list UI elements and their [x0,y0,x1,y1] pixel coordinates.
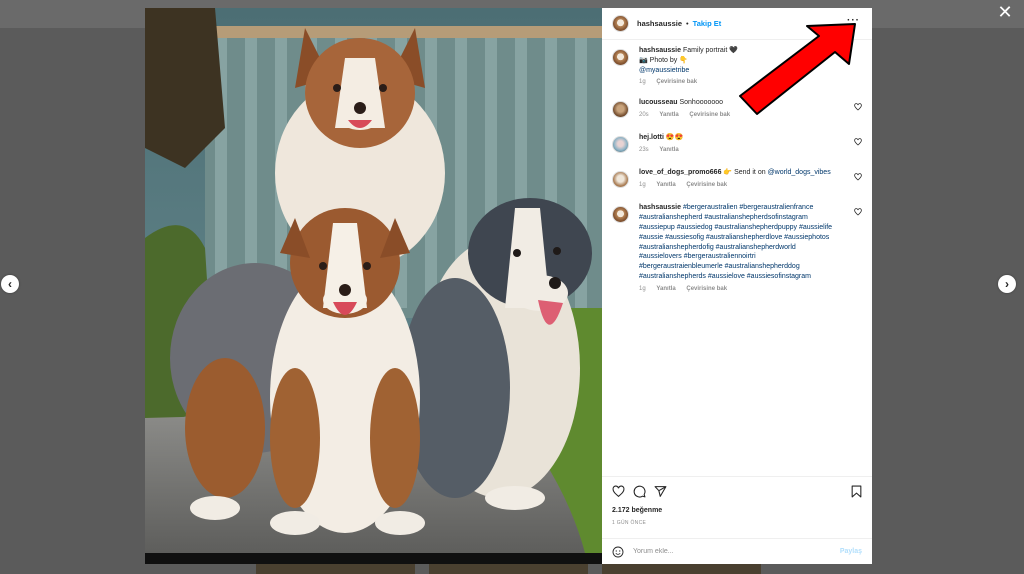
background-thumbnail [429,564,588,574]
comment-input[interactable] [633,548,840,555]
avatar[interactable] [612,15,629,32]
comment-username[interactable]: hej.lotti [639,134,664,141]
caption-username[interactable]: hashsaussie [639,47,681,54]
translate-link[interactable]: Çevirisine bak [656,79,697,85]
caption-body: hashsaussie Family portrait 🖤 📷 Photo by… [639,46,839,85]
translate-link[interactable]: Çevirisine bak [686,286,727,292]
emoji-icon[interactable] [612,546,624,558]
action-row [612,485,667,498]
background-thumbnail [602,564,761,574]
caption-line1: Family portrait 🖤 [682,47,738,54]
comment-meta: 1g Yanıtla Çevirisine bak [639,286,839,292]
background-thumbnails [256,564,761,574]
post-date[interactable]: 1 GÜN ÖNCE [612,520,646,526]
comment-item: love_of_dogs_promo666 👉 Send it on @worl… [602,168,872,189]
comment-time[interactable]: 20s [639,112,649,118]
comment-body: love_of_dogs_promo666 👉 Send it on @worl… [639,168,839,188]
dogs-photo-illustration [145,8,602,564]
post-photo[interactable] [145,8,602,564]
share-icon[interactable] [654,485,667,498]
comment-content: 👉 Send it on [723,169,768,177]
translate-link[interactable]: Çevirisine bak [689,112,730,118]
reply-link[interactable]: Yanıtla [656,182,675,188]
more-options-icon[interactable]: ··· [847,16,860,26]
comment-time[interactable]: 1g [639,286,646,292]
caption-time[interactable]: 1g [639,79,646,85]
follow-button[interactable]: Takip Et [693,19,722,28]
chevron-left-icon[interactable]: ‹ [1,275,19,293]
reply-link[interactable]: Yanıtla [656,286,675,292]
comment-icon[interactable] [633,485,646,498]
comment-meta: 1g Yanıtla Çevirisine bak [639,182,839,188]
comment-mention[interactable]: @world_dogs_vibes [768,169,831,176]
comment-time[interactable]: 23s [639,147,649,153]
bookmark-icon[interactable] [850,485,863,498]
close-icon[interactable]: ✕ [996,3,1014,21]
comment-text: hej.lotti 😍😍 [639,133,839,143]
avatar[interactable] [612,206,629,224]
comment-body: lucousseau Sonhooooooo 20s Yanıtla Çevir… [639,98,839,118]
comment-content: 😍😍 [665,134,684,142]
avatar[interactable] [612,101,629,119]
heart-icon[interactable] [854,103,862,111]
reply-link[interactable]: Yanıtla [659,147,678,153]
caption-mention[interactable]: @myaussietribe [639,67,689,74]
translate-link[interactable]: Çevirisine bak [686,182,727,188]
header-username[interactable]: hashsaussie [637,19,682,28]
chevron-right-icon[interactable]: › [998,275,1016,293]
likes-count[interactable]: 2.172 beğenme [612,507,662,514]
separator-dot: • [686,19,689,28]
comment-text: hashsaussie #bergeraustralien #bergeraus… [639,203,839,281]
comment-time[interactable]: 1g [639,182,646,188]
post-comment-button[interactable]: Paylaş [840,548,862,555]
post-actions: 2.172 beğenme 1 GÜN ÖNCE [602,476,872,538]
comment-item: hashsaussie #bergeraustralien #bergeraus… [602,203,872,292]
comment-item: hej.lotti 😍😍 23s Yanıtla [602,133,872,154]
comment-username[interactable]: hashsaussie [639,204,681,211]
add-comment-bar: Paylaş [602,538,872,564]
comment-hashtags[interactable]: #bergeraustralien #bergeraustralienfranc… [639,204,832,280]
comment-content: Sonhooooooo [679,99,724,107]
comment-meta: 23s Yanıtla [639,147,839,153]
avatar[interactable] [612,136,629,154]
heart-icon[interactable] [612,485,625,498]
comment-text: love_of_dogs_promo666 👉 Send it on @worl… [639,168,839,178]
comments-list: hashsaussie Family portrait 🖤 📷 Photo by… [602,46,872,292]
caption-meta: 1g Çevirisine bak [639,79,839,85]
avatar[interactable] [612,49,629,66]
comment-body: hashsaussie #bergeraustralien #bergeraus… [639,203,839,291]
comment-body: hej.lotti 😍😍 23s Yanıtla [639,133,839,153]
caption-text: hashsaussie Family portrait 🖤 📷 Photo by… [639,46,839,75]
comment-username[interactable]: love_of_dogs_promo666 [639,169,721,176]
comment-username[interactable]: lucousseau [639,99,678,106]
heart-icon[interactable] [854,173,862,181]
post-detail-panel: hashsaussie • Takip Et ··· hashsaussie F… [602,8,872,564]
heart-icon[interactable] [854,208,862,216]
comment-meta: 20s Yanıtla Çevirisine bak [639,112,839,118]
background-thumbnail [256,564,415,574]
post-caption: hashsaussie Family portrait 🖤 📷 Photo by… [602,46,872,85]
caption-line2: 📷 Photo by 👇 [639,56,688,64]
heart-icon[interactable] [854,138,862,146]
avatar[interactable] [612,171,629,189]
post-header: hashsaussie • Takip Et ··· [602,8,872,40]
reply-link[interactable]: Yanıtla [659,112,678,118]
comment-text: lucousseau Sonhooooooo [639,98,839,108]
comment-item: lucousseau Sonhooooooo 20s Yanıtla Çevir… [602,98,872,119]
